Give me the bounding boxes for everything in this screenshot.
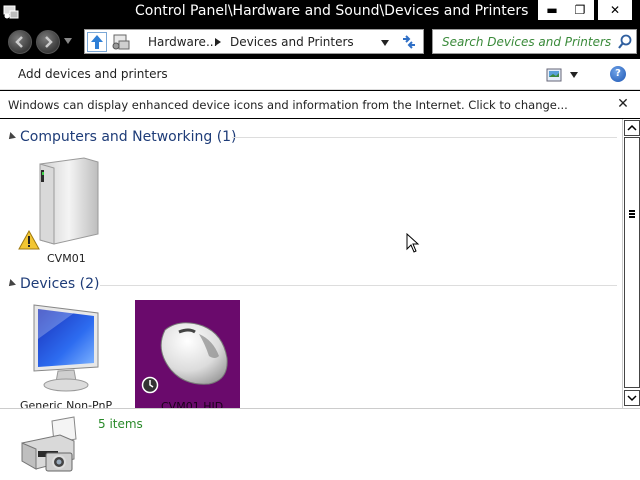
info-bar[interactable]: Windows can display enhanced device icon… [0, 90, 640, 119]
address-box[interactable]: Hardware... Devices and Printers [84, 29, 424, 54]
warning-icon [18, 230, 40, 250]
refresh-icon[interactable] [399, 33, 419, 51]
info-bar-message[interactable]: Windows can display enhanced device icon… [8, 98, 568, 112]
close-button[interactable]: ✕ [598, 0, 632, 20]
group-header-devices[interactable]: Devices (2) [6, 276, 100, 292]
arrow-right-icon [45, 36, 53, 48]
control-panel-location-icon [112, 34, 130, 50]
navigation-bar: Hardware... Devices and Printers Search … [0, 24, 640, 59]
add-devices-button[interactable]: Add devices and printers [18, 67, 168, 81]
scroll-thumb[interactable] [624, 137, 640, 388]
search-icon[interactable] [617, 34, 633, 50]
device-label: CVM01 [47, 252, 86, 265]
monitor-icon [33, 304, 99, 392]
vertical-scrollbar[interactable] [622, 119, 640, 408]
command-bar: Add devices and printers ? [0, 59, 640, 90]
scroll-up-button[interactable] [624, 120, 640, 136]
view-dropdown-icon[interactable] [570, 72, 578, 78]
arrow-up-icon [91, 35, 103, 49]
chevron-down-icon [627, 395, 637, 402]
up-button[interactable] [87, 32, 107, 52]
restore-button[interactable]: ❐ [566, 0, 594, 20]
scroll-grip-icon [629, 210, 635, 218]
info-bar-close-button[interactable]: ✕ [614, 95, 632, 113]
item-count: 5 items [98, 417, 143, 431]
chevron-right-icon[interactable] [215, 38, 221, 46]
arrow-left-icon [15, 36, 23, 48]
group-divider [100, 285, 617, 286]
breadcrumb-hardware[interactable]: Hardware... [148, 35, 217, 49]
group-count: (2) [79, 276, 100, 292]
details-pane: 5 items [0, 408, 640, 480]
breadcrumb-devices-printers[interactable]: Devices and Printers [230, 35, 354, 49]
scroll-down-button[interactable] [624, 390, 640, 406]
group-title: Computers and Networking [20, 129, 213, 145]
change-view-icon[interactable] [546, 68, 562, 82]
device-cvm01[interactable]: CVM01 [14, 154, 114, 269]
device-label: Generic Non-PnP [20, 399, 113, 408]
address-dropdown-icon[interactable] [381, 40, 389, 46]
title-bar: Control Panel\Hardware and Sound\Devices… [0, 0, 640, 24]
search-placeholder: Search Devices and Printers [442, 35, 612, 49]
group-divider [232, 137, 617, 138]
devices-view[interactable]: Computers and Networking (1) CVM01 Devic… [0, 119, 622, 408]
collapse-triangle-icon[interactable] [6, 279, 16, 289]
group-header-computers[interactable]: Computers and Networking (1) [6, 129, 237, 145]
control-panel-icon[interactable] [2, 3, 20, 20]
help-button[interactable]: ? [610, 66, 626, 82]
collapse-triangle-icon[interactable] [6, 132, 16, 142]
printer-camera-icon [21, 416, 77, 472]
mouse-pointer-icon [406, 233, 420, 253]
clock-icon [141, 376, 159, 394]
device-mouse[interactable]: CVM01 HID [135, 300, 240, 408]
chevron-up-icon [627, 124, 637, 131]
search-input[interactable]: Search Devices and Printers [432, 29, 637, 54]
back-button[interactable] [8, 30, 32, 54]
minimize-button[interactable]: ▬ [538, 0, 566, 20]
recent-pages-chevron-icon[interactable] [64, 38, 72, 44]
forward-button[interactable] [36, 30, 60, 54]
device-generic-monitor[interactable]: Generic Non-PnP [14, 299, 114, 408]
device-label: CVM01 HID [161, 400, 224, 408]
group-title: Devices [20, 276, 76, 292]
window-title: Control Panel\Hardware and Sound\Devices… [135, 3, 529, 19]
